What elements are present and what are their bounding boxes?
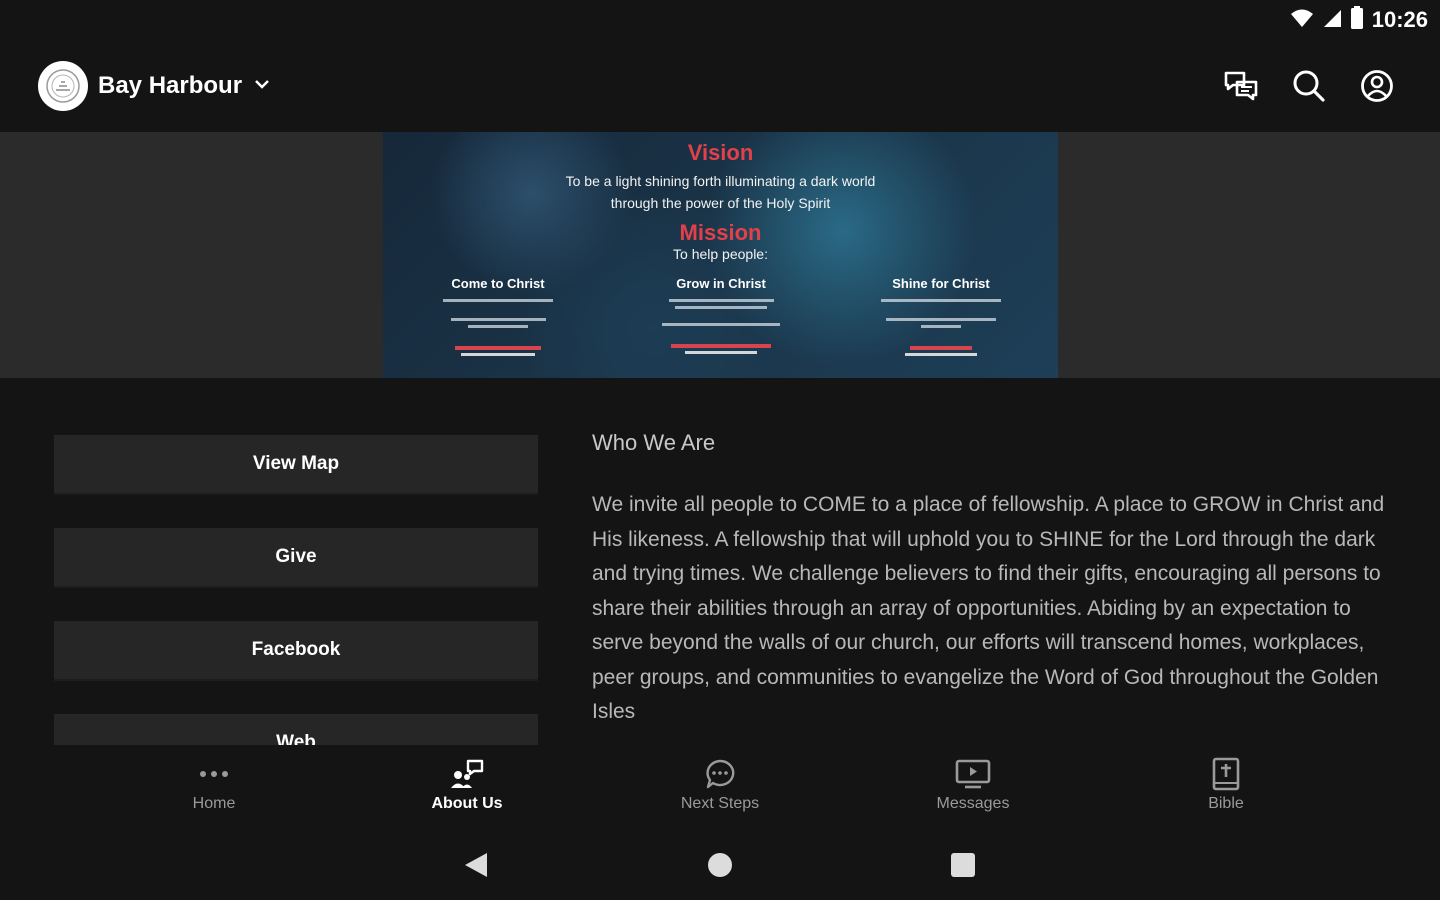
- battery-icon: [1350, 5, 1364, 35]
- hero-banner: Vision To be a light shining forth illum…: [0, 132, 1440, 378]
- system-nav-bar: [0, 829, 1440, 900]
- web-button[interactable]: Web: [54, 714, 538, 745]
- status-time: 10:26: [1371, 7, 1428, 32]
- vision-mission-image: Vision To be a light shining forth illum…: [383, 132, 1058, 378]
- mission-column-shine: Shine for Christ: [841, 276, 1041, 356]
- chat-bubble-icon: [704, 757, 736, 791]
- tab-label: About Us: [431, 795, 503, 812]
- mission-column-grow: Grow in Christ: [621, 276, 821, 354]
- more-dots-icon: [199, 757, 229, 791]
- column-title: Come to Christ: [451, 276, 545, 291]
- give-button[interactable]: Give: [54, 528, 538, 588]
- mission-subtitle: To help people:: [673, 246, 768, 262]
- vision-text: To be a light shining forth illuminating…: [383, 170, 1058, 214]
- bible-icon: [1212, 757, 1240, 791]
- about-body: We invite all people to COME to a place …: [592, 493, 1385, 723]
- wifi-icon: [1290, 8, 1314, 33]
- facebook-button[interactable]: Facebook: [54, 621, 538, 681]
- chat-icon[interactable]: [1222, 67, 1260, 105]
- mission-column-come: Come to Christ: [398, 276, 598, 356]
- church-name: Bay Harbour: [98, 72, 243, 99]
- account-icon[interactable]: [1358, 67, 1396, 105]
- church-logo: [38, 61, 88, 111]
- about-section: Who We Are We invite all people to COME …: [592, 430, 1392, 745]
- back-icon[interactable]: [458, 847, 494, 883]
- tab-messages[interactable]: Messages: [893, 757, 1053, 821]
- tab-label: Next Steps: [680, 795, 760, 812]
- tv-play-icon: [955, 757, 991, 791]
- recents-icon[interactable]: [945, 847, 981, 883]
- about-heading: Who We Are: [592, 430, 716, 455]
- cell-signal-icon: [1322, 8, 1342, 33]
- tab-label: Messages: [936, 795, 1010, 812]
- tab-home[interactable]: Home: [134, 757, 294, 821]
- links-panel: View Map Give Facebook Web: [54, 435, 538, 745]
- search-icon[interactable]: [1290, 67, 1328, 105]
- home-circle-icon[interactable]: [702, 847, 738, 883]
- chevron-down-icon: [252, 74, 272, 99]
- tab-bible[interactable]: Bible: [1146, 757, 1306, 821]
- tab-next-steps[interactable]: Next Steps: [640, 757, 800, 821]
- tab-label: Home: [192, 795, 236, 812]
- church-selector[interactable]: Bay Harbour: [38, 60, 272, 112]
- header-actions: [1222, 64, 1396, 108]
- mission-title: Mission: [679, 220, 762, 245]
- tab-label: Bible: [1208, 795, 1244, 812]
- vision-line-1: To be a light shining forth illuminating…: [565, 173, 876, 189]
- about-people-icon: [450, 757, 484, 791]
- status-icons: 10:26: [1290, 5, 1428, 35]
- tab-about-us[interactable]: About Us: [387, 757, 547, 821]
- column-title: Shine for Christ: [892, 276, 990, 291]
- column-title: Grow in Christ: [676, 276, 766, 291]
- vision-title: Vision: [687, 140, 754, 165]
- vision-line-2: through the power of the Holy Spirit: [610, 195, 831, 211]
- bottom-tab-bar: Home About Us Next Steps Messages Bible: [0, 745, 1440, 829]
- status-bar: 10:26: [0, 0, 1440, 40]
- view-map-button[interactable]: View Map: [54, 435, 538, 495]
- app-header: Bay Harbour: [0, 40, 1440, 132]
